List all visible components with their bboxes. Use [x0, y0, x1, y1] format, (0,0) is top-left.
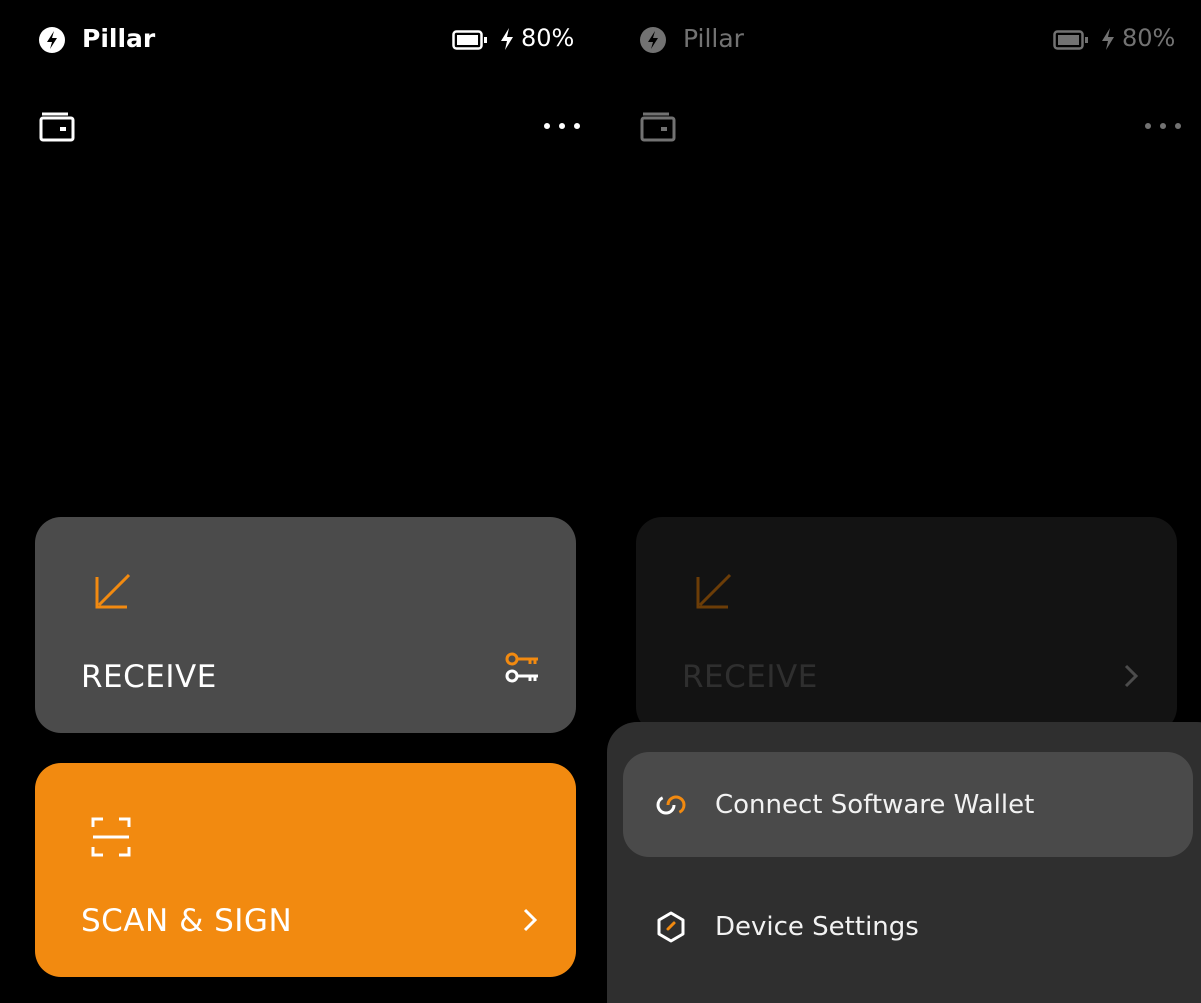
hexagon-settings-icon — [657, 911, 685, 942]
home-screen: Pillar 80% RECEIVE SCAN & SIGN — [0, 0, 600, 1003]
receive-button[interactable]: RECEIVE — [636, 517, 1177, 733]
dot-icon — [1160, 123, 1166, 129]
status-bar: Pillar 80% — [0, 0, 600, 80]
scan-sign-label: SCAN & SIGN — [81, 903, 293, 939]
status-bar: Pillar 80% — [601, 0, 1201, 80]
battery-icon — [1053, 30, 1088, 50]
dot-icon — [1175, 123, 1181, 129]
battery-percent: 80% — [521, 24, 575, 52]
charging-bolt-icon — [501, 28, 513, 50]
menu-item-label: Device Settings — [715, 911, 919, 942]
chevron-right-icon — [523, 908, 538, 932]
link-icon — [656, 795, 686, 814]
dot-icon — [559, 123, 565, 129]
receive-label: RECEIVE — [682, 659, 818, 695]
app-name: Pillar — [683, 24, 744, 53]
receive-arrow-icon — [95, 573, 131, 609]
more-options-button[interactable] — [520, 108, 580, 144]
menu-item-connect-software-wallet[interactable]: Connect Software Wallet — [623, 752, 1193, 857]
receive-arrow-icon — [696, 573, 732, 609]
menu-item-label: Connect Software Wallet — [715, 789, 1035, 820]
dot-icon — [574, 123, 580, 129]
home-screen-menu-open: Pillar 80% RECEIVE Connect Software Wall… — [601, 0, 1201, 1003]
options-menu-sheet: Connect Software Wallet Device Settings — [607, 722, 1201, 1003]
receive-button[interactable]: RECEIVE — [35, 517, 576, 733]
dot-icon — [1145, 123, 1151, 129]
pillar-logo-icon — [39, 27, 65, 53]
wallet-icon[interactable] — [38, 108, 76, 144]
more-options-button[interactable] — [1121, 108, 1181, 144]
menu-item-device-settings[interactable]: Device Settings — [623, 874, 1193, 979]
chevron-right-icon — [1124, 664, 1139, 688]
dot-icon — [544, 123, 550, 129]
app-name: Pillar — [82, 24, 156, 53]
scan-sign-button[interactable]: SCAN & SIGN — [35, 763, 576, 977]
battery-percent: 80% — [1122, 24, 1176, 52]
receive-label: RECEIVE — [81, 659, 217, 695]
charging-bolt-icon — [1102, 28, 1114, 50]
scan-qr-icon — [91, 817, 131, 857]
battery-icon — [452, 30, 487, 50]
pillar-logo-icon — [640, 27, 666, 53]
wallet-icon[interactable] — [639, 108, 677, 144]
key-icon — [505, 652, 538, 683]
